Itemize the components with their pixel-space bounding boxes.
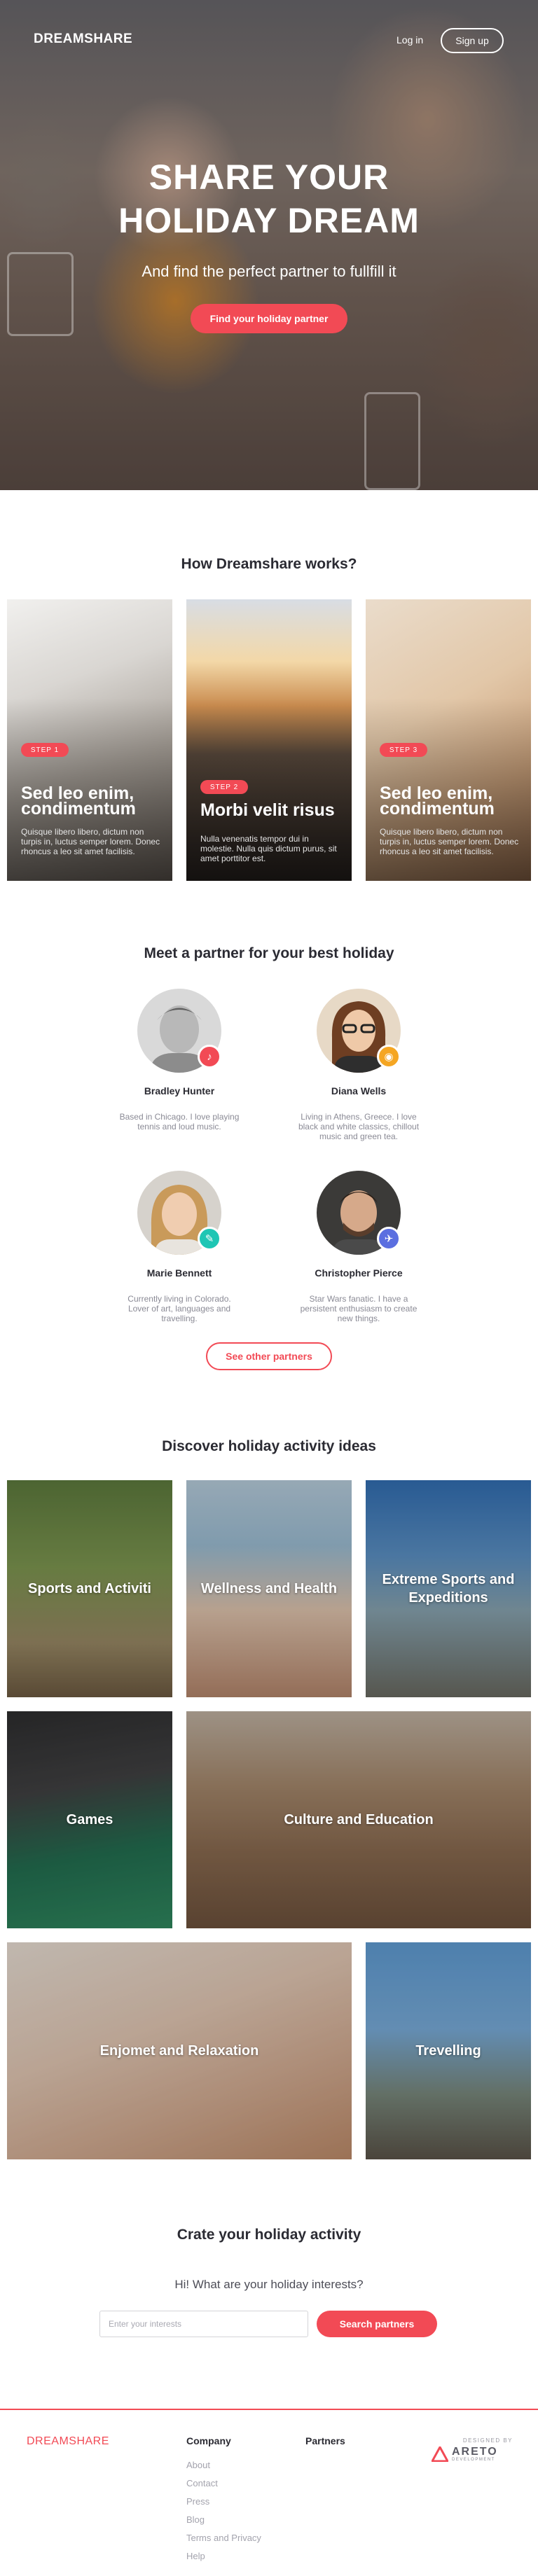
- avatar-wrap: ♪: [137, 989, 221, 1073]
- search-partners-button[interactable]: Search partners: [317, 2311, 437, 2337]
- areto-logo[interactable]: ARETO DEVELOPMENT: [432, 2446, 498, 2462]
- partner-description: Currently living in Colorado. Lover of a…: [127, 1294, 231, 1323]
- partner-card[interactable]: ✈ Christopher Pierce Star Wars fanatic. …: [275, 1171, 443, 1323]
- step-badge: STEP 3: [380, 743, 427, 757]
- footer-company-links: About Contact Press Blog Terms and Priva…: [186, 2456, 261, 2565]
- activities-title: Discover holiday activity ideas: [162, 1438, 376, 1454]
- hero-title: SHARE YOUR HOLIDAY DREAM: [0, 155, 538, 242]
- step-text: Quisque libero libero, dictum non turpis…: [21, 827, 160, 856]
- camera-icon: ◉: [377, 1045, 401, 1068]
- step-card[interactable]: STEP 3 Sed leo enim, condimentum Quisque…: [366, 599, 531, 881]
- partner-description: Living in Athens, Greece. I love black a…: [298, 1112, 420, 1141]
- activity-label: Extreme Sports and Expeditions: [382, 1572, 515, 1606]
- partner-name: Marie Bennett: [146, 1267, 212, 1279]
- see-other-partners-button[interactable]: See other partners: [206, 1342, 332, 1370]
- activity-label: Sports and Activiti: [28, 1581, 151, 1596]
- footer-link-blog[interactable]: Blog: [186, 2511, 261, 2529]
- areto-wordmark: ARETO DEVELOPMENT: [452, 2446, 498, 2463]
- plane-icon: ✈: [377, 1227, 401, 1251]
- partner-card[interactable]: ♪ Bradley Hunter Based in Chicago. I lov…: [95, 989, 263, 1132]
- activity-label: Games: [66, 1812, 113, 1827]
- partners-title: Meet a partner for your best holiday: [144, 945, 394, 961]
- footer-company-heading: Company: [186, 2435, 231, 2446]
- areto-name: ARETO: [452, 2446, 498, 2458]
- signup-button[interactable]: Sign up: [441, 28, 504, 53]
- how-it-works-title: How Dreamshare works?: [181, 556, 357, 572]
- avatar-wrap: ✈: [317, 1171, 401, 1255]
- step-text: Quisque libero libero, dictum non turpis…: [380, 827, 519, 856]
- footer-link-press[interactable]: Press: [186, 2493, 261, 2511]
- activity-label: Trevelling: [415, 2043, 481, 2059]
- activity-label: Enjomet and Relaxation: [99, 2043, 259, 2059]
- avatar-wrap: ✎: [137, 1171, 221, 1255]
- designed-by-label: DESIGNED BY: [462, 2437, 513, 2444]
- footer-divider: [0, 2409, 538, 2410]
- page: DREAMSHARE Log in Sign up SHARE YOUR HOL…: [0, 0, 538, 2576]
- partner-name: Christopher Pierce: [315, 1267, 403, 1279]
- activity-label: Culture and Education: [284, 1812, 434, 1827]
- areto-triangle-icon: [432, 2446, 448, 2462]
- hero-section: DREAMSHARE Log in Sign up SHARE YOUR HOL…: [0, 0, 538, 490]
- login-link[interactable]: Log in: [396, 34, 423, 46]
- partner-name: Bradley Hunter: [144, 1085, 215, 1096]
- partner-name: Diana Wells: [331, 1085, 387, 1096]
- activity-card[interactable]: Extreme Sports and Expeditions: [366, 1480, 531, 1697]
- interests-input[interactable]: [99, 2311, 308, 2337]
- create-activity-title: Crate your holiday activity: [177, 2227, 361, 2243]
- hero-decor: [364, 392, 420, 490]
- create-activity-subtitle: Hi! What are your holiday interests?: [174, 2278, 364, 2291]
- hero-subtitle: And find the perfect partner to fullfill…: [142, 263, 396, 280]
- partner-card[interactable]: ◉ Diana Wells Living in Athens, Greece. …: [275, 989, 443, 1141]
- step-text: Nulla venenatis tempor dui in molestie. …: [200, 834, 337, 863]
- activity-card[interactable]: Enjomet and Relaxation: [7, 1942, 352, 2159]
- partner-card[interactable]: ✎ Marie Bennett Currently living in Colo…: [95, 1171, 263, 1323]
- footer-link-about[interactable]: About: [186, 2456, 261, 2474]
- footer-partners-heading[interactable]: Partners: [305, 2435, 345, 2446]
- activity-label: Wellness and Health: [200, 1581, 338, 1596]
- activity-card[interactable]: Culture and Education: [186, 1711, 531, 1928]
- step-title: Sed leo enim, condimentum: [380, 784, 495, 819]
- avatar-wrap: ◉: [317, 989, 401, 1073]
- footer-brand[interactable]: DREAMSHARE: [27, 2435, 109, 2448]
- pencil-icon: ✎: [198, 1227, 221, 1251]
- activity-card[interactable]: Trevelling: [366, 1942, 531, 2159]
- footer-link-contact[interactable]: Contact: [186, 2474, 261, 2493]
- step-badge: STEP 2: [200, 780, 248, 794]
- brand-logo[interactable]: DREAMSHARE: [34, 32, 132, 47]
- step-badge: STEP 1: [21, 743, 69, 757]
- footer-link-help[interactable]: Help: [186, 2547, 261, 2565]
- activity-card[interactable]: Sports and Activiti: [7, 1480, 172, 1697]
- activity-card[interactable]: Wellness and Health: [186, 1480, 352, 1697]
- activity-card[interactable]: Games: [7, 1711, 172, 1928]
- step-title: Morbi velit risus: [200, 800, 335, 820]
- partner-description: Based in Chicago. I love playing tennis …: [119, 1112, 240, 1132]
- step-card[interactable]: STEP 2 Morbi velit risus Nulla venenatis…: [186, 599, 352, 881]
- hero-title-line: SHARE YOUR: [149, 158, 389, 197]
- top-nav: DREAMSHARE Log in Sign up: [0, 0, 538, 78]
- partner-description: Star Wars fanatic. I have a persistent e…: [300, 1294, 418, 1323]
- areto-subtitle: DEVELOPMENT: [452, 2458, 495, 2462]
- find-partner-button[interactable]: Find your holiday partner: [191, 304, 347, 333]
- footer-link-terms[interactable]: Terms and Privacy: [186, 2529, 261, 2547]
- step-title: Sed leo enim, condimentum: [21, 784, 136, 819]
- step-card[interactable]: STEP 1 Sed leo enim, condimentum Quisque…: [7, 599, 172, 881]
- music-note-icon: ♪: [198, 1045, 221, 1068]
- hero-title-line: HOLIDAY DREAM: [118, 201, 420, 240]
